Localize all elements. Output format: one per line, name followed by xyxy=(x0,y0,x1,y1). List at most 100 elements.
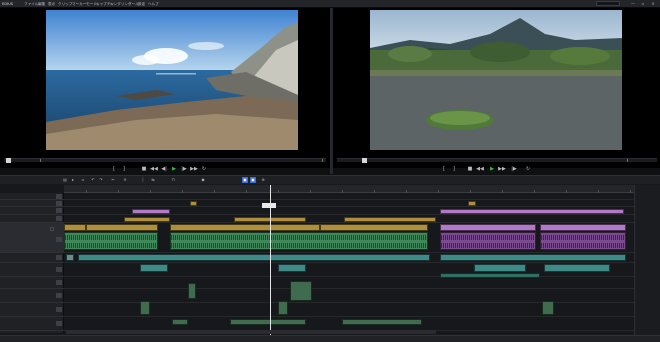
audio-clip[interactable] xyxy=(342,319,422,325)
link-toggle[interactable] xyxy=(56,201,62,206)
title-clip[interactable] xyxy=(132,209,170,214)
timeline-ruler[interactable] xyxy=(64,185,634,193)
title-clip[interactable] xyxy=(468,201,476,206)
rec-loop-icon[interactable]: ↻ xyxy=(524,165,532,173)
video-clip[interactable] xyxy=(544,264,610,272)
insert-mode-icon[interactable]: ▣ xyxy=(250,177,256,183)
link-toggle[interactable] xyxy=(56,280,62,285)
audio-clip[interactable] xyxy=(230,319,306,325)
redo-icon[interactable]: ↷ xyxy=(98,177,104,183)
video-clip[interactable] xyxy=(78,254,430,261)
link-toggle[interactable] xyxy=(56,307,62,312)
link-toggle[interactable] xyxy=(56,267,62,272)
open-icon[interactable]: ▸ xyxy=(70,177,76,183)
audio-clip[interactable] xyxy=(172,319,188,325)
link-toggle[interactable] xyxy=(56,237,62,242)
play-icon[interactable]: ▶ xyxy=(170,165,178,173)
link-toggle[interactable] xyxy=(56,194,62,199)
video-clip[interactable] xyxy=(440,254,626,261)
link-toggle[interactable] xyxy=(56,255,62,260)
player-scrub-bar[interactable] xyxy=(4,158,326,163)
timeline-vertical-scrollbar[interactable] xyxy=(634,185,660,335)
track-header-3[interactable] xyxy=(0,207,64,215)
link-toggle[interactable] xyxy=(56,293,62,298)
snap-icon[interactable]: ⊓ xyxy=(170,177,176,183)
recorder-scrub-thumb[interactable] xyxy=(362,158,367,163)
fast-forward-icon[interactable]: ▶▶ xyxy=(190,165,198,173)
link-toggle[interactable] xyxy=(56,208,62,213)
audio-clip[interactable] xyxy=(140,301,150,315)
track-visible-toggle[interactable] xyxy=(50,227,54,231)
undo-icon[interactable]: ↶ xyxy=(90,177,96,183)
audio-clip[interactable] xyxy=(542,301,554,315)
step-forward-icon[interactable]: |▶ xyxy=(180,165,188,173)
new-sequence-icon[interactable]: ▤ xyxy=(62,177,68,183)
close-icon[interactable]: ✕ xyxy=(650,1,656,6)
maximize-icon[interactable]: ▫ xyxy=(640,1,646,6)
rec-play-icon[interactable]: ▶ xyxy=(488,165,496,173)
zoom-icon[interactable]: ⊕ xyxy=(260,177,266,183)
mark-out-icon[interactable]: ] xyxy=(120,165,128,173)
audio-clip[interactable] xyxy=(188,283,196,299)
audio-clip[interactable] xyxy=(278,301,288,315)
rec-rewind-icon[interactable]: ◀◀ xyxy=(476,165,484,173)
video-clip[interactable] xyxy=(124,217,170,222)
menu-help[interactable]: ヘルプ xyxy=(148,1,159,7)
audio-clip[interactable] xyxy=(540,232,626,250)
track-header-8[interactable] xyxy=(0,277,64,289)
track-header-1[interactable] xyxy=(0,193,64,200)
audio-clip[interactable] xyxy=(64,232,158,250)
minimize-icon[interactable]: — xyxy=(630,1,636,6)
video-clip[interactable] xyxy=(278,264,306,272)
menu-marker[interactable]: マーカー xyxy=(72,1,86,7)
rec-mark-in-icon[interactable]: [ xyxy=(440,165,448,173)
link-toggle[interactable] xyxy=(56,321,62,326)
video-clip[interactable] xyxy=(86,224,158,231)
rec-mark-out-icon[interactable]: ] xyxy=(450,165,458,173)
menu-clip[interactable]: クリップ xyxy=(58,1,72,7)
video-clip[interactable] xyxy=(344,217,436,222)
track-header-11[interactable] xyxy=(0,317,64,331)
track-header-6[interactable] xyxy=(0,253,64,263)
rec-stop-icon[interactable]: ■ xyxy=(466,165,474,173)
step-back-icon[interactable]: ◀| xyxy=(160,165,168,173)
loop-icon[interactable]: ↻ xyxy=(200,165,208,173)
sync-mode-icon[interactable]: ▣ xyxy=(242,177,248,183)
track-header-10[interactable] xyxy=(0,303,64,317)
audio-clip[interactable] xyxy=(440,232,536,250)
track-header-2[interactable] xyxy=(0,200,64,207)
menu-settings[interactable]: 設定 xyxy=(138,1,145,7)
layout-preset-select[interactable] xyxy=(596,1,620,6)
rec-step-forward-icon[interactable]: |▶ xyxy=(510,165,518,173)
title-clip[interactable] xyxy=(440,209,624,214)
track-header-5[interactable] xyxy=(0,223,64,253)
save-icon[interactable]: ▫ xyxy=(80,177,86,183)
track-header-4[interactable] xyxy=(0,215,64,223)
video-clip[interactable] xyxy=(320,224,428,231)
cut-icon[interactable]: ✂ xyxy=(110,177,116,183)
ripple-icon[interactable]: ⇆ xyxy=(150,177,156,183)
audio-clip[interactable] xyxy=(290,281,312,301)
player-scrub-thumb[interactable] xyxy=(6,158,11,163)
track-header-9[interactable] xyxy=(0,289,64,303)
video-clip[interactable] xyxy=(140,264,168,272)
rec-fast-forward-icon[interactable]: ▶▶ xyxy=(498,165,506,173)
marker-icon[interactable]: ◆ xyxy=(200,177,206,183)
video-clip[interactable] xyxy=(66,254,74,261)
link-toggle[interactable] xyxy=(56,216,62,221)
split-icon[interactable]: ┆ xyxy=(140,177,146,183)
menu-edit[interactable]: 編集 xyxy=(38,1,45,7)
playhead-timecode[interactable] xyxy=(262,203,276,208)
video-clip[interactable] xyxy=(540,224,626,231)
video-clip[interactable] xyxy=(64,224,86,231)
recorder-scrub-bar[interactable] xyxy=(337,158,657,163)
video-clip[interactable] xyxy=(440,273,540,278)
video-clip[interactable] xyxy=(474,264,526,272)
audio-clip[interactable] xyxy=(170,232,428,250)
mark-in-icon[interactable]: [ xyxy=(110,165,118,173)
stop-icon[interactable]: ■ xyxy=(140,165,148,173)
track-header-7[interactable] xyxy=(0,263,64,277)
delete-icon[interactable]: ✕ xyxy=(122,177,128,183)
timeline-horizontal-scrollbar[interactable] xyxy=(66,330,436,334)
title-clip[interactable] xyxy=(190,201,197,206)
